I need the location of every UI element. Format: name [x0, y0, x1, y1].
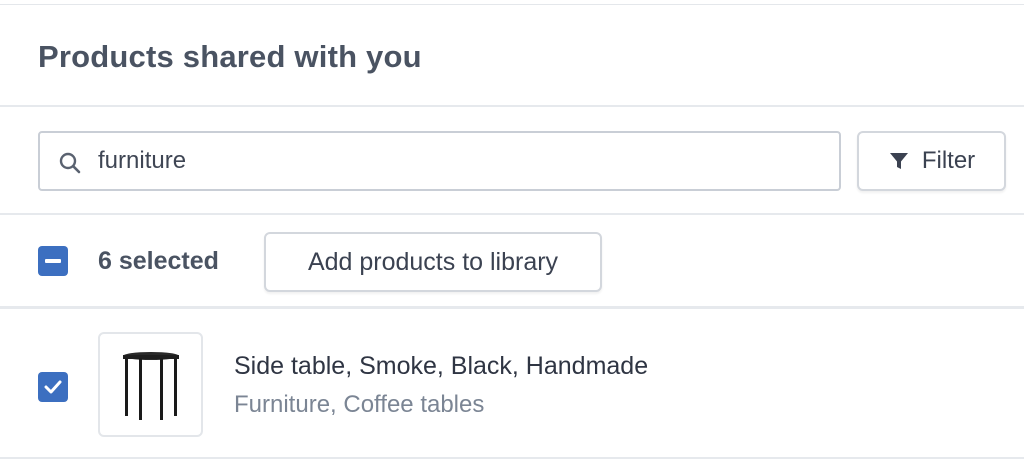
- filter-button-label: Filter: [921, 147, 976, 174]
- product-checkbox[interactable]: [38, 372, 68, 402]
- side-table-image: [122, 351, 179, 420]
- search-icon: [59, 152, 81, 174]
- divider: [0, 457, 1024, 459]
- filter-icon: [889, 153, 908, 169]
- page-title: Products shared with you: [38, 39, 422, 74]
- minus-icon: [45, 259, 61, 263]
- checkmark-icon: [44, 380, 62, 394]
- products-card: Products shared with you Filter 6 select…: [0, 4, 1024, 464]
- search-row: Filter: [0, 107, 1024, 215]
- add-products-to-library-button[interactable]: Add products to library: [264, 232, 602, 292]
- search-field[interactable]: [38, 131, 841, 191]
- product-row[interactable]: Side table, Smoke, Black, Handmade Furni…: [0, 309, 1024, 461]
- bulk-actions-bar: 6 selected Add products to library: [0, 215, 1024, 309]
- product-categories: Furniture, Coffee tables: [234, 391, 485, 418]
- product-thumbnail: [98, 332, 203, 437]
- select-all-checkbox[interactable]: [38, 246, 68, 276]
- search-input[interactable]: [98, 139, 818, 183]
- selected-count: 6 selected: [98, 247, 219, 275]
- product-name[interactable]: Side table, Smoke, Black, Handmade: [234, 352, 648, 381]
- card-header: Products shared with you: [0, 5, 1024, 107]
- filter-button[interactable]: Filter: [857, 131, 1006, 191]
